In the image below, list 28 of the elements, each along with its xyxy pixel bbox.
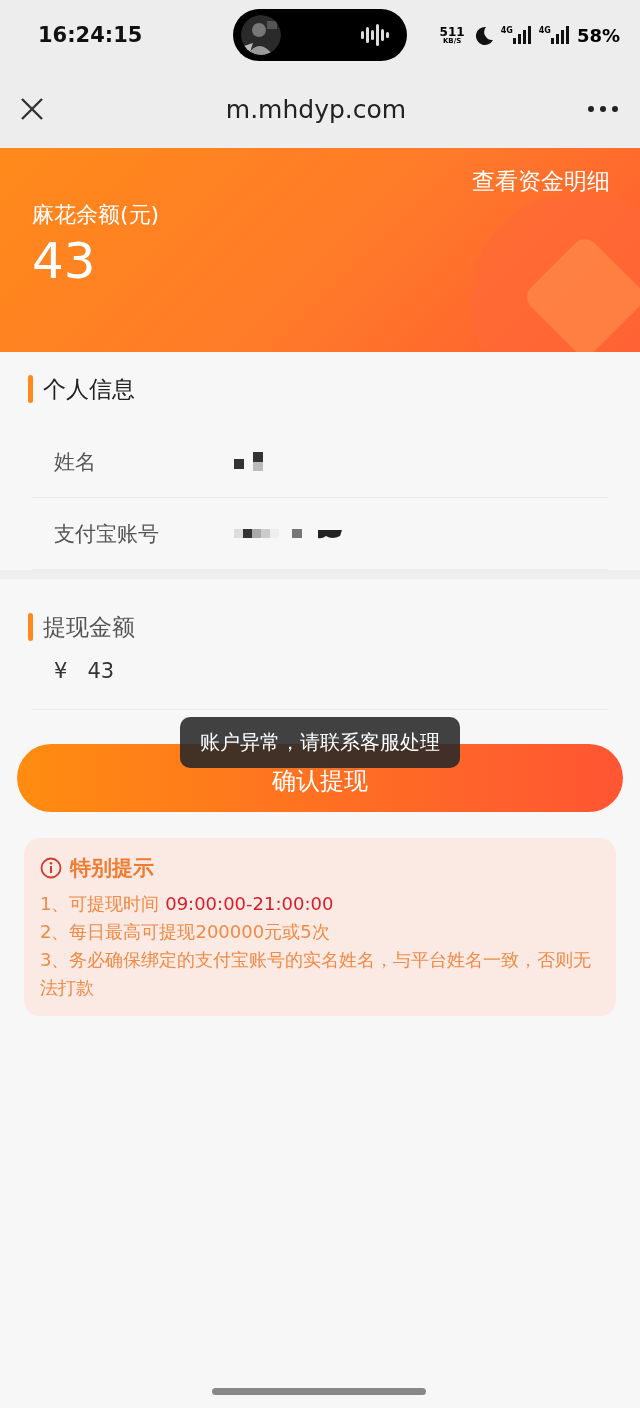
signal-icon	[512, 26, 531, 44]
page-url: m.mhdyp.com	[225, 94, 407, 124]
tip-text: 1、可提现时间 09:00:00-21:00:00	[40, 892, 335, 916]
field-label: 支付宝账号	[54, 520, 160, 548]
more-icon[interactable]	[588, 106, 618, 112]
tip-text: 3、务必确保绑定的支付宝账号的实名姓名，与平台姓名一致，否则无法打款	[40, 948, 593, 1000]
tip-text: 2、每日最高可提现200000元或5次	[40, 920, 331, 944]
sound-wave-icon	[361, 24, 389, 46]
signal-icon	[550, 26, 569, 44]
error-toast: 账户异常，请联系客服处理	[180, 717, 460, 768]
balance-label: 麻花余额(元)	[32, 201, 161, 229]
section-title: 个人信息	[43, 374, 135, 404]
battery-level: 58%	[576, 24, 620, 46]
withdraw-amount: 43	[87, 659, 115, 683]
net-speed: 511	[439, 25, 465, 38]
close-icon[interactable]	[20, 97, 44, 121]
info-icon	[40, 857, 62, 879]
network-type: 4G	[538, 26, 551, 35]
balance-amount: 43	[32, 234, 97, 289]
section-title: 提现金额	[43, 612, 135, 642]
fund-details-link[interactable]: 查看资金明细	[472, 166, 610, 197]
field-label: 姓名	[54, 448, 97, 476]
tips-title: 特别提示	[70, 855, 154, 882]
status-time: 16:24:15	[38, 23, 144, 47]
section-accent-bar	[28, 613, 33, 641]
network-type: 4G	[500, 26, 513, 35]
section-accent-bar	[28, 375, 33, 403]
currency-symbol: ¥	[54, 659, 68, 683]
